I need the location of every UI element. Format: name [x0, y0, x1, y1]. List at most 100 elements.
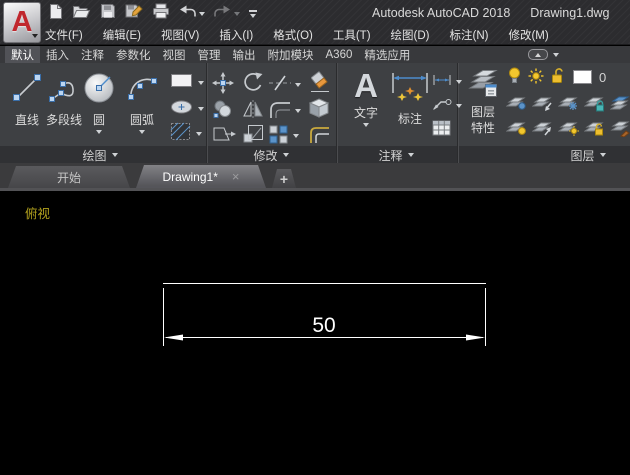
- ellipse-dropdown-icon[interactable]: [198, 107, 204, 111]
- drawing-canvas[interactable]: 俯视 50: [0, 191, 630, 475]
- trim-tool-button[interactable]: [268, 74, 301, 95]
- ribbon-tab-a360[interactable]: A360: [320, 48, 359, 62]
- array-dropdown-icon[interactable]: [293, 134, 299, 138]
- linear-dimension-button[interactable]: [432, 74, 462, 89]
- menu-view[interactable]: 视图(V): [161, 27, 199, 43]
- dimension-tool-button[interactable]: 标注: [389, 71, 431, 127]
- hatch-dropdown-icon[interactable]: [196, 132, 202, 136]
- rotate-icon: [242, 72, 264, 97]
- arc-dropdown-icon[interactable]: [139, 130, 145, 134]
- hatch-tool-button[interactable]: [170, 122, 202, 145]
- fillet-icon: [268, 99, 292, 122]
- layer-control-dropdown[interactable]: 0: [508, 67, 606, 87]
- mirror-tool-button[interactable]: [242, 99, 264, 122]
- ribbon-tab-manage[interactable]: 管理: [192, 46, 227, 64]
- layer-thaw-button[interactable]: [558, 119, 580, 140]
- draw-panel-label[interactable]: 绘图: [60, 147, 140, 163]
- ellipse-tool-button[interactable]: [170, 99, 204, 118]
- undo-dropdown-icon[interactable]: [199, 12, 205, 16]
- scale-tool-button[interactable]: [242, 124, 264, 147]
- minimize-ribbon-dropdown-icon[interactable]: [553, 53, 559, 57]
- ribbon-tab-view[interactable]: 视图: [157, 46, 192, 64]
- circle-tool-button[interactable]: 圆: [80, 68, 118, 134]
- menu-tools[interactable]: 工具(T): [333, 27, 371, 43]
- menu-modify[interactable]: 修改(M): [508, 27, 548, 43]
- autocad-window: A Autodesk AutoCAD 2018 Drawing1.dwg 文件(…: [0, 0, 630, 475]
- leader-button[interactable]: [432, 97, 462, 114]
- layer-lock-button[interactable]: [584, 94, 606, 115]
- fillet-dropdown-icon[interactable]: [295, 109, 301, 113]
- array-icon: [268, 124, 290, 147]
- file-tab-start[interactable]: 开始: [8, 166, 130, 188]
- table-button[interactable]: [432, 120, 451, 139]
- ribbon-tab-home[interactable]: 默认: [5, 46, 40, 64]
- layer-unlock-button[interactable]: [584, 119, 606, 140]
- rectangle-dropdown-icon[interactable]: [198, 81, 204, 85]
- fillet-tool-button[interactable]: [268, 99, 301, 122]
- layer-make-current-button[interactable]: [610, 94, 630, 115]
- text-dropdown-icon[interactable]: [363, 123, 369, 127]
- copy-tool-button[interactable]: [212, 99, 234, 122]
- ribbon-tab-featured-apps[interactable]: 精选应用: [358, 46, 416, 64]
- menu-file[interactable]: 文件(F): [45, 27, 83, 43]
- layers-panel-label[interactable]: 图层: [556, 147, 620, 163]
- modify-panel-label[interactable]: 修改: [231, 147, 311, 163]
- mirror-icon: [242, 99, 264, 122]
- layer-on-button[interactable]: [506, 119, 528, 140]
- menu-edit[interactable]: 编辑(E): [103, 27, 141, 43]
- dimension-text[interactable]: 50: [312, 314, 335, 337]
- plot-button[interactable]: [152, 3, 170, 24]
- new-file-button[interactable]: [48, 3, 63, 25]
- circle-dropdown-icon[interactable]: [96, 130, 102, 134]
- ribbon-tab-parametric[interactable]: 参数化: [110, 46, 157, 64]
- array-tool-button[interactable]: [268, 124, 299, 147]
- layer-off-button[interactable]: [506, 94, 528, 115]
- open-file-button[interactable]: [72, 4, 91, 24]
- rotate-tool-button[interactable]: [242, 72, 264, 97]
- ribbon-tab-addins[interactable]: 附加模块: [262, 46, 320, 64]
- erase-tool-button[interactable]: [308, 71, 332, 96]
- save-button[interactable]: [100, 3, 116, 24]
- trim-dropdown-icon[interactable]: [295, 83, 301, 87]
- dimension-entity[interactable]: 50: [0, 191, 630, 475]
- annotation-panel-label[interactable]: 注释: [356, 147, 436, 163]
- explode-icon: [308, 98, 330, 121]
- rectangle-tool-button[interactable]: [170, 73, 204, 92]
- redo-dropdown-icon[interactable]: [234, 12, 240, 16]
- text-tool-button[interactable]: A 文字: [347, 69, 385, 127]
- undo-button[interactable]: [179, 5, 205, 23]
- layer-thaw-sun-icon[interactable]: [528, 68, 544, 87]
- erase-icon: [308, 71, 332, 96]
- menu-dimension[interactable]: 标注(N): [450, 27, 489, 43]
- new-drawing-tab-button[interactable]: +: [272, 169, 296, 188]
- menu-draw[interactable]: 绘图(D): [391, 27, 430, 43]
- close-tab-icon[interactable]: ×: [232, 170, 240, 183]
- layer-freeze-button[interactable]: [558, 94, 580, 115]
- minimize-ribbon-button[interactable]: [528, 49, 548, 60]
- move-tool-button[interactable]: [212, 72, 234, 97]
- redo-button[interactable]: [214, 5, 240, 23]
- layer-match-button[interactable]: [610, 119, 630, 140]
- stretch-tool-button[interactable]: [212, 124, 236, 147]
- layer-properties-button[interactable]: 图层 特性: [461, 68, 505, 136]
- arc-tool-button[interactable]: 圆弧: [122, 70, 162, 134]
- file-tab-drawing1[interactable]: Drawing1* ×: [136, 165, 266, 188]
- layer-isolate-button[interactable]: [532, 94, 554, 115]
- ribbon-tab-annotate[interactable]: 注释: [75, 46, 110, 64]
- ribbon-tab-output[interactable]: 输出: [227, 46, 262, 64]
- menu-insert[interactable]: 插入(I): [219, 27, 253, 43]
- menu-format[interactable]: 格式(O): [273, 27, 313, 43]
- layer-on-bulb-icon[interactable]: [508, 67, 521, 87]
- layer-unlock-icon[interactable]: [551, 68, 566, 87]
- customize-quick-access-button[interactable]: [249, 10, 257, 18]
- explode-tool-button[interactable]: [308, 98, 330, 121]
- offset-tool-button[interactable]: [308, 124, 330, 147]
- circle-tool-label: 圆: [93, 111, 105, 128]
- save-as-button[interactable]: [125, 3, 143, 24]
- application-menu-button[interactable]: A: [3, 2, 41, 43]
- ribbon-tab-insert[interactable]: 插入: [40, 46, 75, 64]
- layer-unisolate-button[interactable]: [532, 119, 554, 140]
- layer-color-swatch[interactable]: [573, 70, 592, 84]
- title-bar: A Autodesk AutoCAD 2018 Drawing1.dwg 文件(…: [0, 0, 630, 45]
- move-icon: [212, 72, 234, 97]
